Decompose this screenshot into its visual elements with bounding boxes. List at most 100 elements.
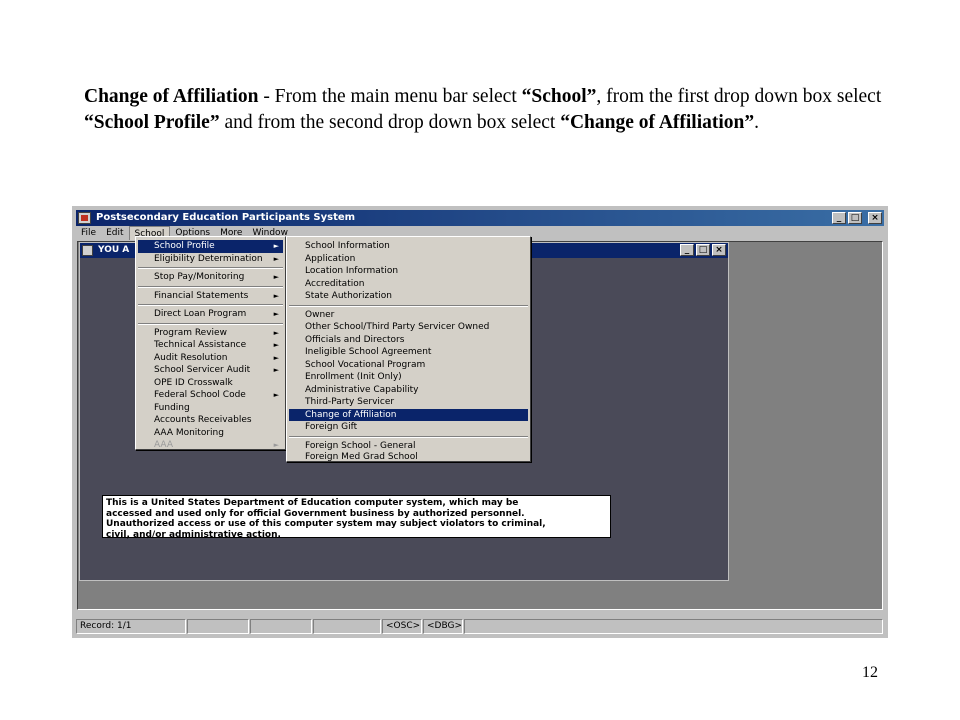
instruction-segment: , from the first drop down box select: [596, 86, 882, 107]
school-menu-item[interactable]: Federal School Code ►: [138, 389, 283, 402]
status-record: Record: 1/1: [76, 619, 186, 634]
child-window-title: YOU A: [98, 245, 130, 255]
submenu-item[interactable]: Third-Party Servicer: [289, 396, 528, 409]
school-menu-item[interactable]: OPE ID Crosswalk: [138, 377, 283, 390]
submenu-arrow-icon: ►: [273, 391, 279, 399]
school-profile-submenu: School Information Application Location …: [286, 236, 531, 462]
submenu-arrow-icon: ►: [273, 291, 279, 300]
submenu-item[interactable]: Accreditation: [289, 278, 528, 291]
child-window-controls: _ □ ×: [680, 244, 726, 256]
close-button[interactable]: ×: [868, 212, 882, 224]
instruction-lead: Change of Affiliation: [84, 86, 259, 107]
school-menu-item[interactable]: School Servicer Audit ►: [138, 364, 283, 377]
notice-line: Unauthorized access or use of this compu…: [106, 519, 546, 529]
app-screenshot: Postsecondary Education Participants Sys…: [72, 206, 888, 638]
menu-item-label: OPE ID Crosswalk: [154, 377, 233, 388]
menu-item-label: Technical Assistance: [154, 340, 247, 350]
submenu-item[interactable]: Foreign Med Grad School: [289, 452, 528, 462]
submenu-item[interactable]: School Information: [289, 240, 528, 253]
page-number: 12: [862, 664, 878, 681]
school-menu-item[interactable]: Stop Pay/Monitoring ►: [138, 271, 283, 284]
status-cell: [250, 619, 312, 634]
menu-separator: [138, 322, 283, 325]
instruction-segment: .: [754, 112, 760, 133]
window-controls: _ □ ×: [832, 212, 882, 224]
child-window-icon: [82, 245, 93, 256]
school-menu-item[interactable]: Direct Loan Program ►: [138, 308, 283, 321]
school-menu-item[interactable]: Financial Statements ►: [138, 290, 283, 303]
status-cell: [313, 619, 381, 634]
school-menu-item-disabled: AAA ►: [138, 439, 283, 452]
menu-item-label: Stop Pay/Monitoring: [154, 272, 245, 282]
school-menu-item[interactable]: Eligibility Determination ►: [138, 253, 283, 266]
submenu-item[interactable]: Location Information: [289, 265, 528, 278]
menu-item-label: AAA Monitoring: [154, 427, 224, 438]
menu-item-label: AAA: [154, 439, 173, 450]
submenu-item[interactable]: Ineligible School Agreement: [289, 346, 528, 359]
submenu-item[interactable]: Foreign Gift: [289, 421, 528, 434]
school-menu-item[interactable]: AAA Monitoring: [138, 427, 283, 440]
minimize-button[interactable]: _: [832, 212, 846, 224]
child-close-button[interactable]: ×: [712, 244, 726, 256]
submenu-arrow-icon: ►: [273, 341, 279, 349]
security-notice: This is a United States Department of Ed…: [102, 495, 611, 540]
menu-separator: [138, 304, 283, 306]
status-osc: <OSC>: [382, 619, 422, 634]
child-maximize-button[interactable]: □: [696, 244, 710, 256]
instruction-school: “School”: [521, 86, 597, 107]
menu-item-label: Financial Statements: [154, 290, 249, 301]
app-title: Postsecondary Education Participants Sys…: [96, 212, 356, 223]
submenu-item[interactable]: Owner: [289, 309, 528, 322]
submenu-item[interactable]: Other School/Third Party Servicer Owned: [289, 321, 528, 334]
school-menu-item[interactable]: Audit Resolution ►: [138, 352, 283, 365]
instruction-text: Change of Affiliation - From the main me…: [84, 84, 884, 136]
school-menu-item[interactable]: Program Review ►: [138, 327, 283, 340]
app-title-bar[interactable]: Postsecondary Education Participants Sys…: [76, 210, 884, 226]
notice-line: This is a United States Department of Ed…: [106, 498, 519, 508]
school-menu-item[interactable]: School Profile ►: [138, 240, 283, 253]
submenu-item[interactable]: Enrollment (Init Only): [289, 371, 528, 384]
menu-item-label: Accounts Receivables: [154, 415, 252, 425]
school-menu-item[interactable]: Technical Assistance ►: [138, 339, 283, 352]
instruction-change-of-affiliation: “Change of Affiliation”: [560, 112, 755, 133]
submenu-arrow-icon: ►: [273, 310, 279, 318]
status-cell: [464, 619, 883, 634]
menu-item-label: School Servicer Audit: [154, 365, 251, 375]
menu-item-label: Eligibility Determination: [154, 253, 263, 264]
instruction-school-profile: “School Profile”: [84, 112, 220, 133]
child-minimize-button[interactable]: _: [680, 244, 694, 256]
menu-item-label: School Profile: [154, 241, 215, 251]
school-menu-dropdown: School Profile ► Eligibility Determinatio…: [135, 236, 286, 450]
menu-edit[interactable]: Edit: [101, 226, 128, 240]
school-menu-item[interactable]: Funding: [138, 402, 283, 415]
menu-item-label: Program Review: [154, 327, 227, 338]
notice-line: accessed and used only for official Gove…: [106, 508, 525, 519]
menu-separator: [138, 285, 283, 288]
submenu-item[interactable]: Administrative Capability: [289, 384, 528, 397]
school-menu-item[interactable]: Accounts Receivables: [138, 414, 283, 427]
instruction-segment: and from the second drop down box select: [219, 112, 561, 133]
status-cell: [187, 619, 249, 634]
menu-item-label: Direct Loan Program: [154, 309, 247, 319]
menu-separator: [289, 435, 528, 438]
status-bar: Record: 1/1 <OSC> <DBG>: [76, 619, 884, 635]
submenu-arrow-icon: ►: [273, 328, 279, 337]
submenu-item[interactable]: Application: [289, 253, 528, 266]
submenu-item-change-of-affiliation[interactable]: Change of Affiliation: [289, 408, 528, 421]
submenu-arrow-icon: ►: [273, 242, 279, 250]
submenu-arrow-icon: ►: [273, 273, 279, 281]
maximize-button[interactable]: □: [848, 212, 862, 224]
status-dbg: <DBG>: [423, 619, 463, 634]
submenu-item[interactable]: School Vocational Program: [289, 359, 528, 372]
submenu-item[interactable]: Officials and Directors: [289, 334, 528, 347]
menu-item-label: Audit Resolution: [154, 352, 228, 363]
submenu-arrow-icon: ►: [273, 366, 279, 374]
menu-file[interactable]: File: [76, 226, 101, 240]
notice-line: civil, and/or administrative action.: [106, 529, 281, 540]
menu-separator: [138, 267, 283, 269]
submenu-item[interactable]: State Authorization: [289, 290, 528, 303]
menu-item-label: Funding: [154, 402, 190, 413]
submenu-arrow-icon: ►: [273, 440, 279, 449]
submenu-arrow-icon: ►: [273, 254, 279, 263]
submenu-item[interactable]: Foreign School - General: [289, 440, 528, 453]
